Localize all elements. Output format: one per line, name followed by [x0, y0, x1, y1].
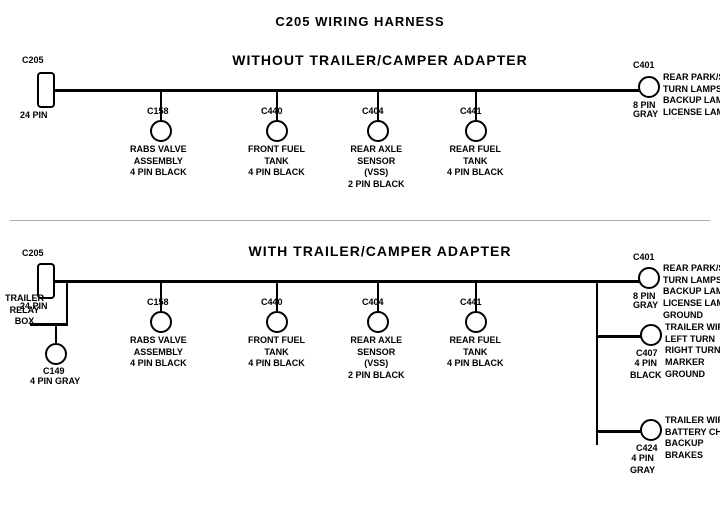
- s1-c441-connector: [465, 120, 487, 142]
- s2-c441-desc: REAR FUEL TANK 4 PIN BLACK: [447, 335, 504, 370]
- s2-c205-label: C205: [22, 248, 44, 260]
- s2-c404-desc: REAR AXLE SENSOR (VSS) 2 PIN BLACK: [348, 335, 405, 382]
- s2-c404-connector: [367, 311, 389, 333]
- s2-c149-drop: [55, 323, 57, 345]
- s2-c407-wire-h: [596, 335, 642, 338]
- s1-c158-id: C158: [147, 106, 169, 118]
- s2-c424-wire-h: [596, 430, 642, 433]
- section1-label: WITHOUT TRAILER/CAMPER ADAPTER: [120, 52, 640, 68]
- s2-c407-pins: 4 PIN BLACK: [630, 358, 662, 381]
- s2-right-branch-v: [596, 280, 598, 445]
- page-title: C205 WIRING HARNESS: [0, 6, 720, 29]
- s1-c440-desc: FRONT FUEL TANK 4 PIN BLACK: [248, 144, 305, 179]
- section2-label: WITH TRAILER/CAMPER ADAPTER: [120, 243, 640, 259]
- divider: [10, 220, 710, 221]
- s2-c407-connector: [640, 324, 662, 346]
- s1-c440-connector: [266, 120, 288, 142]
- s1-c401-id: C401: [633, 60, 655, 72]
- s2-c424-desc: TRAILER WIRES BATTERY CHARGE BACKUP BRAK…: [665, 415, 720, 462]
- s2-c401-color: GRAY: [633, 300, 658, 312]
- s2-c440-connector: [266, 311, 288, 333]
- s1-c404-connector: [367, 120, 389, 142]
- main-diagram: C205 WIRING HARNESS WITHOUT TRAILER/CAMP…: [0, 0, 720, 500]
- s1-c158-desc: RABS VALVE ASSEMBLY 4 PIN BLACK: [130, 144, 187, 179]
- s1-c401-desc: REAR PARK/STOP TURN LAMPS BACKUP LAMPS L…: [663, 72, 720, 119]
- s1-c401-color: GRAY: [633, 109, 658, 121]
- s1-c404-desc: REAR AXLE SENSOR (VSS) 2 PIN BLACK: [348, 144, 405, 191]
- s2-c149-connector: [45, 343, 67, 365]
- s1-c441-desc: REAR FUEL TANK 4 PIN BLACK: [447, 144, 504, 179]
- s2-c158-id: C158: [147, 297, 169, 309]
- s1-c401-connector: [638, 76, 660, 98]
- s1-c205-pins: 24 PIN: [20, 110, 48, 122]
- s2-relay-label: TRAILER RELAY BOX: [5, 293, 44, 328]
- s2-c149-desc: 4 PIN GRAY: [30, 376, 80, 388]
- s1-main-wire: [52, 89, 643, 92]
- s2-c440-id: C440: [261, 297, 283, 309]
- s1-c205-label: C205: [22, 55, 44, 67]
- s2-c401-id: C401: [633, 252, 655, 264]
- s2-c407-desc: TRAILER WIRES LEFT TURN RIGHT TURN MARKE…: [665, 322, 720, 380]
- s2-main-wire: [52, 280, 643, 283]
- s2-c424-pins: 4 PIN GRAY: [630, 453, 655, 476]
- s2-c404-id: C404: [362, 297, 384, 309]
- s2-relay-drop: [66, 280, 68, 325]
- s1-c441-id: C441: [460, 106, 482, 118]
- s2-c424-connector: [640, 419, 662, 441]
- s1-c404-id: C404: [362, 106, 384, 118]
- s2-c440-desc: FRONT FUEL TANK 4 PIN BLACK: [248, 335, 305, 370]
- s2-c158-desc: RABS VALVE ASSEMBLY 4 PIN BLACK: [130, 335, 187, 370]
- s2-c441-connector: [465, 311, 487, 333]
- s2-c158-connector: [150, 311, 172, 333]
- s2-c401-desc: REAR PARK/STOP TURN LAMPS BACKUP LAMPS L…: [663, 263, 720, 321]
- s1-c440-id: C440: [261, 106, 283, 118]
- s2-c441-id: C441: [460, 297, 482, 309]
- s1-c205-connector: [37, 72, 55, 108]
- s1-c158-connector: [150, 120, 172, 142]
- s2-c401-connector: [638, 267, 660, 289]
